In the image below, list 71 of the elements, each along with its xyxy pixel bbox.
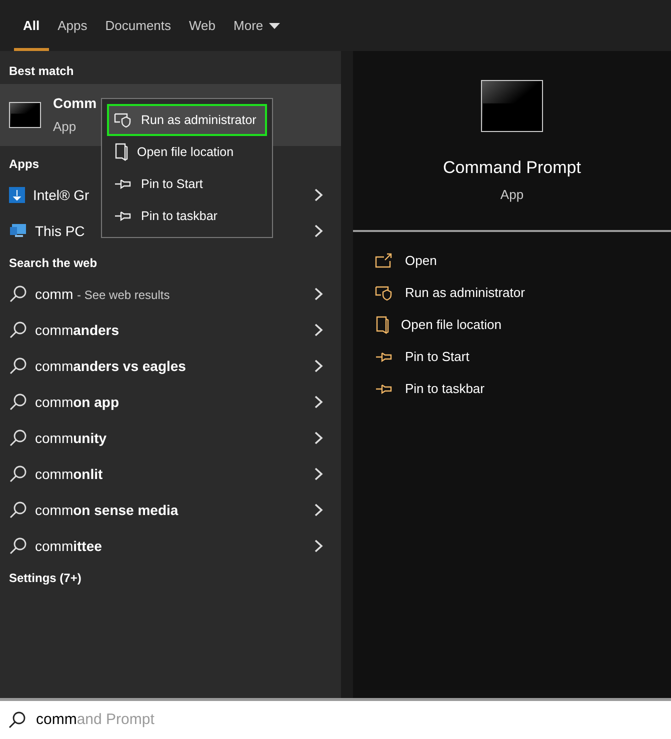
- open-window-icon: [375, 253, 393, 269]
- chevron-icon: [314, 359, 323, 373]
- folder-icon: [114, 143, 128, 161]
- menu-item[interactable]: Pin to Start: [102, 168, 272, 200]
- menu-item[interactable]: Pin to taskbar: [102, 200, 272, 232]
- web-suggestion[interactable]: common sense media: [0, 492, 341, 528]
- chevron-icon: [314, 539, 323, 553]
- pin-icon: [114, 210, 132, 222]
- tab[interactable]: More: [224, 0, 290, 51]
- shield-icon: [114, 112, 132, 128]
- chevron-icon: [314, 395, 323, 409]
- action-item[interactable]: Open: [353, 245, 671, 277]
- search-icon: [9, 537, 27, 555]
- app-name[interactable]: This PC: [35, 220, 85, 242]
- pin-icon: [375, 383, 393, 395]
- chevron-icon: [314, 323, 323, 337]
- web-suggestion[interactable]: community: [0, 420, 341, 456]
- action-item[interactable]: Run as administrator: [353, 277, 671, 309]
- suggestion-text: community: [35, 430, 107, 446]
- terminal-icon: [9, 102, 41, 128]
- search-icon: [8, 711, 26, 729]
- suggestion-text: comm: [35, 286, 74, 302]
- app-icon: [9, 187, 25, 203]
- section-heading: Best match: [8, 62, 75, 80]
- tab[interactable]: Web: [180, 0, 225, 51]
- pin-icon: [114, 178, 132, 190]
- app-type: App: [53, 118, 76, 136]
- pin-icon: [375, 351, 393, 363]
- section-heading: Settings (7+): [8, 570, 82, 586]
- chevron-icon: [314, 467, 323, 481]
- suggestion-text: common app: [35, 394, 120, 410]
- action-item[interactable]: Pin to Start: [353, 341, 671, 373]
- hint-text: - See web results: [77, 288, 170, 302]
- section-heading: Apps: [8, 156, 40, 172]
- app-title: Comm: [53, 94, 97, 114]
- web-suggestion[interactable]: commanders vs eagles: [0, 348, 341, 384]
- action-item[interactable]: Open file location: [353, 309, 671, 341]
- search-icon: [9, 429, 27, 447]
- shield-icon: [375, 285, 393, 301]
- suggestion-text: commonlit: [35, 466, 103, 482]
- chevron-icon: [314, 287, 323, 301]
- terminal-icon: [481, 80, 543, 132]
- web-suggestion[interactable]: common app: [0, 384, 341, 420]
- suggestion-text: common sense media: [35, 502, 178, 518]
- tab[interactable]: Apps: [48, 0, 96, 51]
- web-suggestion[interactable]: commanders: [0, 312, 341, 348]
- suggestion-text: committee: [35, 538, 102, 554]
- app-name[interactable]: Intel® Gr: [33, 184, 90, 206]
- menu-item[interactable]: Run as administrator: [107, 104, 267, 136]
- chevron-icon: [314, 224, 323, 238]
- web-suggestion[interactable]: committee: [0, 528, 341, 564]
- action-item[interactable]: Pin to taskbar: [353, 373, 671, 405]
- section-heading: Search the web: [8, 254, 98, 272]
- web-suggestion[interactable]: commonlit: [0, 456, 341, 492]
- search-icon: [9, 285, 27, 303]
- suggestion-text: commanders: [35, 322, 120, 338]
- search-icon: [9, 357, 27, 375]
- search-icon: [9, 465, 27, 483]
- computer-icon: [9, 223, 27, 239]
- chevron-icon: [314, 431, 323, 445]
- chevron-icon: [314, 503, 323, 517]
- chevron-icon: [314, 188, 323, 202]
- folder-icon: [375, 316, 389, 334]
- search-icon: [9, 501, 27, 519]
- search-icon: [9, 393, 27, 411]
- app-title: Command Prompt: [443, 157, 581, 179]
- tab[interactable]: Documents: [96, 0, 180, 51]
- search-icon: [9, 321, 27, 339]
- suggestion-text: commanders vs eagles: [35, 358, 186, 374]
- app-type: App: [500, 186, 524, 204]
- web-suggestion[interactable]: comm - See web results: [0, 276, 341, 312]
